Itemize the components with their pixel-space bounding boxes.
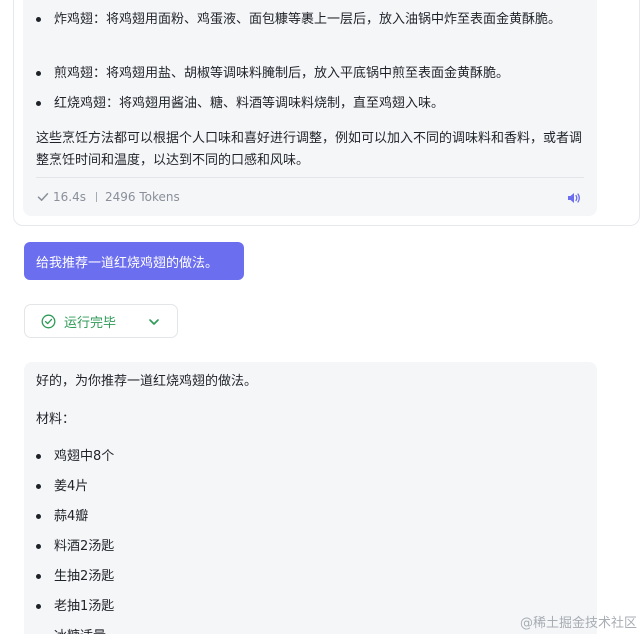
chevron-down-icon[interactable] [147,315,161,329]
list-item: 煎鸡翅：将鸡翅用盐、胡椒等调味料腌制后，放入平底锅中煎至表面金黄酥脆。 [36,62,584,85]
cooking-methods-list: 炸鸡翅：将鸡翅用面粉、鸡蛋液、面包糠等裹上一层后，放入油锅中炸至表面金黄酥脆。 … [36,8,584,115]
list-item: 红烧鸡翅：将鸡翅用酱油、糖、料酒等调味料烧制，直至鸡翅入味。 [36,92,584,115]
list-item: 蒜4瓣 [36,506,536,536]
list-item: 生抽2汤匙 [36,566,536,596]
status-label: 运行完毕 [64,315,117,331]
meta-separator [95,192,97,202]
previous-answer-note: 这些烹饪方法都可以根据个人口味和喜好进行调整，例如可以加入不同的调味料和香料，或… [36,131,583,168]
answer-meta: 16.4s 2496 Tokens [36,188,180,206]
list-item: 炸鸡翅：将鸡翅用面粉、鸡蛋液、面包糠等裹上一层后，放入油锅中炸至表面金黄酥脆。 [36,8,584,54]
list-item: 冰糖适量 [36,626,536,634]
user-message-text: 给我推荐一道红烧鸡翅的做法。 [36,255,219,271]
divider [36,177,584,178]
answer-intro: 好的，为你推荐一道红烧鸡翅的做法。 [36,374,258,389]
materials-heading: 材料： [36,412,76,427]
ingredients-list: 鸡翅中8个 姜4片 蒜4瓣 料酒2汤匙 生抽2汤匙 老抽1汤匙 冰糖适量 [36,446,536,634]
run-status-toggle[interactable]: 运行完毕 [24,304,178,338]
speaker-icon[interactable] [566,190,582,206]
token-count: 2496 Tokens [104,190,180,204]
watermark: @稀土掘金技术社区 [520,616,638,631]
list-item: 姜4片 [36,476,536,506]
user-message-bubble: 给我推荐一道红烧鸡翅的做法。 [24,242,244,280]
check-icon [36,190,50,204]
list-item: 料酒2汤匙 [36,536,536,566]
list-item: 鸡翅中8个 [36,446,536,476]
duration-text: 16.4s [53,190,86,204]
list-item: 老抽1汤匙 [36,596,536,626]
check-circle-icon [41,314,56,329]
